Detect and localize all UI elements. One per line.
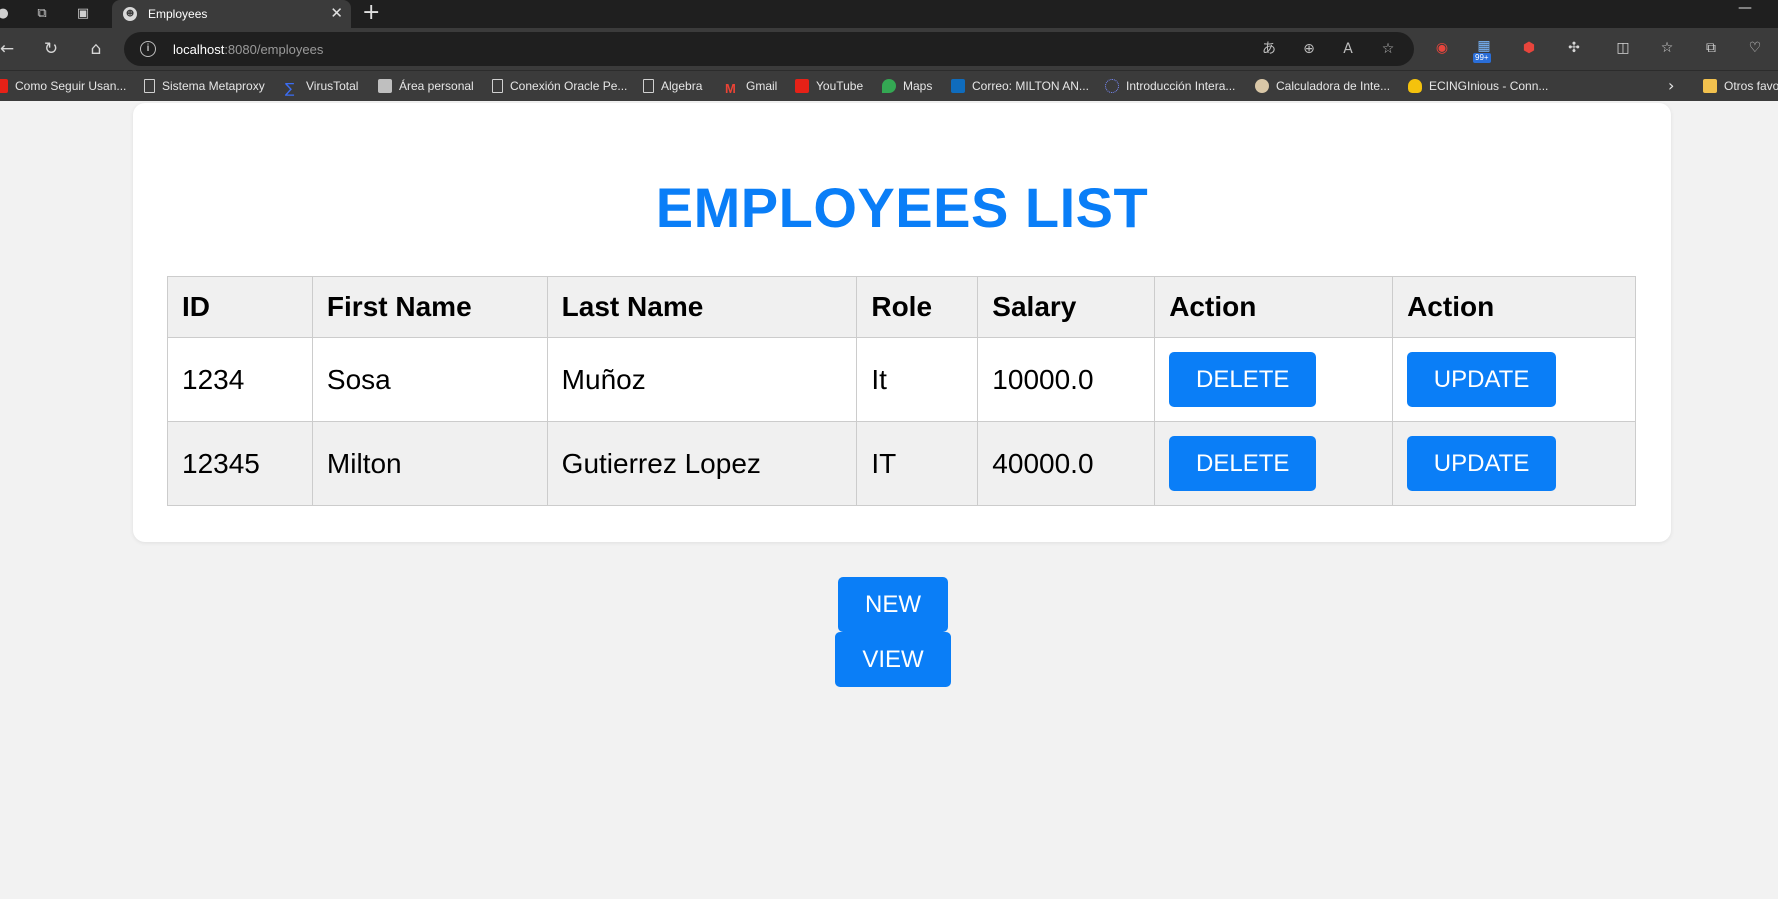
- bookmarks-bar: Como Seguir Usan... Sistema Metaproxy ∑ V…: [0, 70, 1778, 101]
- bookmark-item[interactable]: Algebra: [643, 77, 702, 95]
- chevron-right-icon[interactable]: ›: [1668, 76, 1674, 95]
- loading-icon: [1105, 79, 1119, 93]
- delete-button[interactable]: DELETE: [1169, 352, 1317, 407]
- employee-role: It: [856, 337, 979, 422]
- delete-cell: DELETE: [1154, 421, 1394, 506]
- translate-icon[interactable]: あ: [1259, 39, 1279, 59]
- favorites-icon[interactable]: ☆: [1657, 38, 1677, 58]
- youtube-icon: [795, 79, 809, 93]
- bookmark-item[interactable]: Correo: MILTON AN...: [951, 77, 1089, 95]
- back-icon[interactable]: ←: [0, 38, 18, 60]
- table-row: 12345 Milton Gutierrez Lopez IT 40000.0 …: [167, 421, 1636, 506]
- delete-cell: DELETE: [1154, 337, 1394, 422]
- bookmark-item[interactable]: ∑ VirusTotal: [285, 77, 358, 97]
- bookmark-item[interactable]: Como Seguir Usan...: [0, 77, 126, 95]
- document-icon: [144, 79, 155, 93]
- minimize-window-icon[interactable]: —: [1738, 0, 1752, 16]
- update-cell: UPDATE: [1392, 337, 1636, 422]
- browser-tab-employees[interactable]: ☻ Employees ✕: [112, 0, 351, 28]
- copilot-icon[interactable]: ♡: [1745, 38, 1765, 58]
- bookmark-item[interactable]: ECINGInious - Conn...: [1408, 77, 1548, 95]
- navigation-toolbar: ← ↻ ⌂ i localhost:8080/employees あ ⊕ A ☆…: [0, 28, 1778, 70]
- bookmark-item[interactable]: Maps: [882, 77, 932, 95]
- table-row: 1234 Sosa Muñoz It 10000.0 DELETE UPDATE: [167, 337, 1636, 422]
- column-header: First Name: [311, 276, 548, 338]
- extension-red-icon[interactable]: ◉: [1432, 38, 1452, 58]
- youtube-icon: [0, 79, 8, 93]
- bookmark-item[interactable]: Sistema Metaproxy: [144, 77, 265, 95]
- column-header: Last Name: [546, 276, 858, 338]
- view-employees-button[interactable]: VIEW: [835, 632, 951, 687]
- zoom-icon[interactable]: ⊕: [1299, 39, 1319, 59]
- split-screen-icon[interactable]: ◫: [1613, 38, 1633, 58]
- bookmark-item[interactable]: YouTube: [795, 77, 863, 95]
- virustotal-icon: ∑: [285, 81, 295, 97]
- delete-button[interactable]: DELETE: [1169, 436, 1317, 491]
- bookmark-item[interactable]: Conexión Oracle Pe...: [492, 77, 627, 95]
- employees-table: ID First Name Last Name Role Salary Acti…: [167, 276, 1636, 506]
- adblock-icon[interactable]: ⬢: [1519, 38, 1539, 58]
- document-icon: [492, 79, 503, 93]
- lightbulb-icon: [1408, 79, 1422, 93]
- address-bar[interactable]: i localhost:8080/employees あ ⊕ A ☆: [124, 32, 1414, 66]
- read-aloud-icon[interactable]: A: [1338, 39, 1358, 59]
- column-header: Salary: [977, 276, 1156, 338]
- browser-tab-strip: ● ⧉ ▣ ☻ Employees ✕ + —: [0, 0, 1778, 28]
- employee-id: 1234: [167, 337, 313, 422]
- tab-title: Employees: [148, 7, 208, 21]
- bookmark-item[interactable]: Área personal: [378, 77, 474, 95]
- employee-first-name: Milton: [311, 421, 548, 506]
- moodle-icon: [378, 79, 392, 93]
- calculator-icon: [1255, 79, 1269, 93]
- reload-icon[interactable]: ↻: [40, 38, 62, 60]
- bookmark-item[interactable]: Calculadora de Inte...: [1255, 77, 1390, 95]
- update-cell: UPDATE: [1392, 421, 1636, 506]
- employee-last-name: Gutierrez Lopez: [546, 421, 858, 506]
- column-header: Action: [1392, 276, 1636, 338]
- gmail-icon: M: [725, 81, 736, 96]
- employees-card: EMPLOYEES LIST ID First Name Last Name R…: [133, 103, 1671, 542]
- extension-badge-count: 99+: [1473, 53, 1491, 63]
- extensions-puzzle-icon[interactable]: ✣: [1564, 38, 1584, 58]
- profile-avatar-icon[interactable]: ●: [0, 3, 14, 25]
- document-icon: [643, 79, 654, 93]
- employee-salary: 10000.0: [977, 337, 1156, 422]
- workspaces-icon[interactable]: ⧉: [31, 3, 53, 25]
- favorite-star-icon[interactable]: ☆: [1378, 39, 1398, 59]
- alien-favicon-icon: ☻: [123, 7, 137, 21]
- column-header: Action: [1154, 276, 1394, 338]
- outlook-icon: [951, 79, 965, 93]
- bookmark-item[interactable]: Introducción Intera...: [1105, 77, 1235, 95]
- bookmark-item[interactable]: M Gmail: [725, 77, 777, 96]
- bookmark-folder-other[interactable]: Otros favoritos: [1703, 77, 1778, 95]
- employee-role: IT: [856, 421, 979, 506]
- close-tab-icon[interactable]: ✕: [330, 4, 343, 22]
- maps-icon: [882, 79, 896, 93]
- page-title: EMPLOYEES LIST: [655, 176, 1149, 239]
- employee-first-name: Sosa: [311, 337, 548, 422]
- update-button[interactable]: UPDATE: [1407, 436, 1557, 491]
- tab-actions-icon[interactable]: ▣: [72, 3, 94, 25]
- employee-id: 12345: [167, 421, 313, 506]
- update-button[interactable]: UPDATE: [1407, 352, 1557, 407]
- column-header: Role: [856, 276, 979, 338]
- folder-icon: [1703, 79, 1717, 93]
- address-url[interactable]: localhost:8080/employees: [173, 42, 323, 57]
- employee-salary: 40000.0: [977, 421, 1156, 506]
- column-header: ID: [167, 276, 313, 338]
- table-header-row: ID First Name Last Name Role Salary Acti…: [167, 276, 1636, 338]
- home-icon[interactable]: ⌂: [85, 38, 107, 60]
- collections-icon[interactable]: ⧉: [1701, 38, 1721, 58]
- new-employee-button[interactable]: NEW: [838, 577, 948, 632]
- employee-last-name: Muñoz: [546, 337, 858, 422]
- site-info-icon[interactable]: i: [140, 41, 156, 57]
- new-tab-icon[interactable]: +: [362, 1, 380, 25]
